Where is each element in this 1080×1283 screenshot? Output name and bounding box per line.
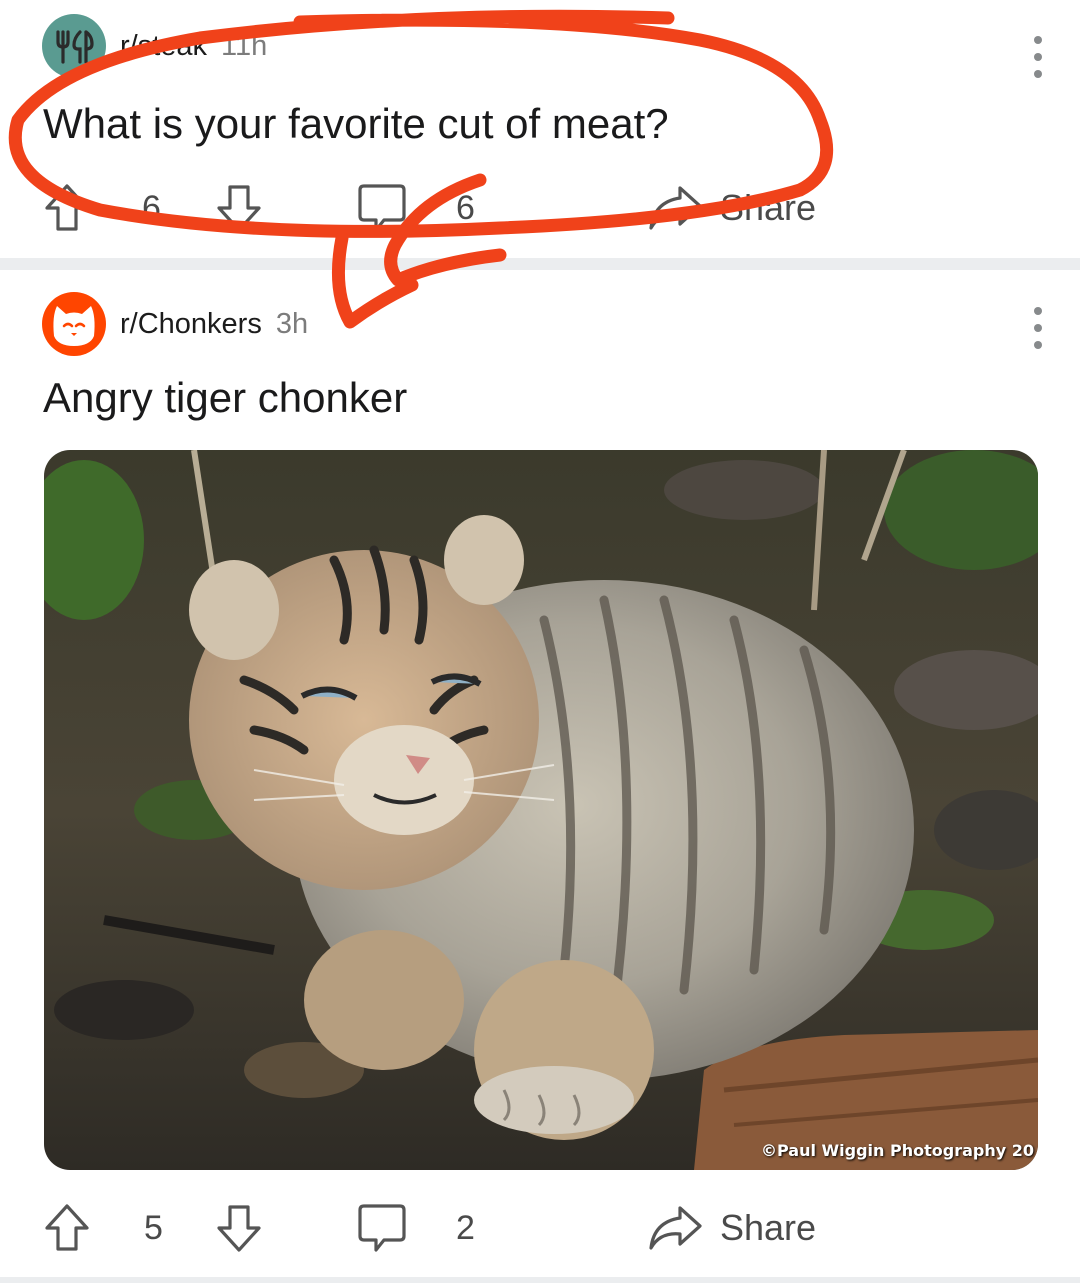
upvote-button[interactable] bbox=[42, 1198, 92, 1258]
vote-count: 6 bbox=[142, 188, 161, 227]
more-options-icon[interactable] bbox=[1032, 36, 1044, 78]
post-divider bbox=[0, 258, 1080, 270]
post-header: r/Chonkers 3h bbox=[42, 292, 308, 356]
subreddit-avatar[interactable] bbox=[42, 292, 106, 356]
upvote-button[interactable] bbox=[42, 178, 92, 238]
more-options-icon[interactable] bbox=[1032, 307, 1044, 349]
post-action-bar: 5 2 Share bbox=[42, 1198, 1042, 1258]
cat-face-icon bbox=[53, 306, 95, 346]
share-label: Share bbox=[720, 187, 817, 228]
share-button[interactable]: Share bbox=[646, 178, 816, 238]
post-title[interactable]: What is your favorite cut of meat? bbox=[43, 100, 669, 148]
subreddit-avatar[interactable] bbox=[42, 14, 106, 78]
share-label: Share bbox=[720, 1207, 817, 1248]
comment-count: 6 bbox=[456, 188, 475, 227]
downvote-icon bbox=[217, 185, 261, 232]
post-image[interactable]: ©Paul Wiggin Photography 20 bbox=[44, 450, 1038, 1170]
share-button[interactable]: Share bbox=[646, 1198, 816, 1258]
share-icon bbox=[649, 186, 702, 230]
downvote-icon bbox=[217, 1205, 261, 1252]
upvote-icon bbox=[45, 1204, 89, 1251]
comments-button[interactable]: 2 bbox=[356, 1198, 475, 1258]
share-icon bbox=[649, 1206, 702, 1250]
downvote-button[interactable] bbox=[214, 1198, 264, 1258]
post-action-bar: 6 6 Share bbox=[42, 178, 1042, 238]
post-age: 11h bbox=[221, 29, 268, 62]
subreddit-name[interactable]: r/steak bbox=[120, 30, 207, 63]
upvote-icon bbox=[45, 184, 89, 231]
post-card[interactable]: r/steak 11h What is your favorite cut of… bbox=[0, 0, 1080, 258]
post-card[interactable]: r/Chonkers 3h Angry tiger chonker ©Paul … bbox=[0, 270, 1080, 1283]
feed-divider bbox=[0, 1277, 1080, 1283]
downvote-button[interactable] bbox=[214, 178, 264, 238]
image-credit: ©Paul Wiggin Photography 20 bbox=[760, 1141, 1034, 1160]
post-title[interactable]: Angry tiger chonker bbox=[43, 374, 407, 422]
comments-button[interactable]: 6 bbox=[356, 178, 475, 238]
fork-knife-icon bbox=[56, 30, 94, 64]
post-header: r/steak 11h bbox=[42, 14, 267, 78]
vote-count: 5 bbox=[144, 1208, 163, 1247]
comment-count: 2 bbox=[456, 1208, 475, 1247]
comment-icon bbox=[358, 184, 406, 232]
subreddit-name[interactable]: r/Chonkers bbox=[120, 308, 262, 341]
post-age: 3h bbox=[275, 307, 309, 340]
tiger-cub-photo bbox=[44, 450, 1038, 1170]
comment-icon bbox=[358, 1204, 406, 1252]
